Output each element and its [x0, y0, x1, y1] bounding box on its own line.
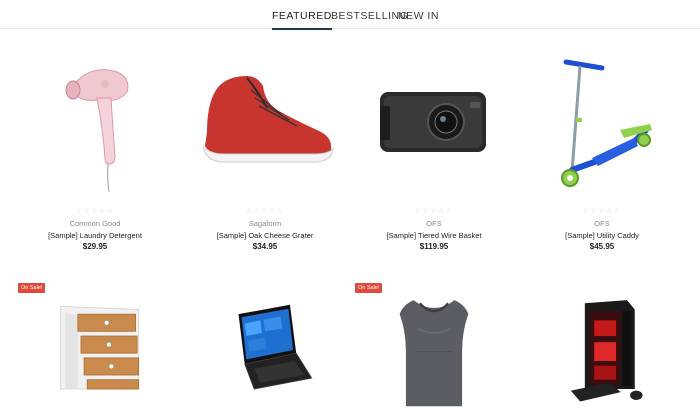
product-name[interactable]: [Sample] Laundry Detergent [15, 231, 175, 240]
product-price: $34.95 [252, 242, 278, 251]
product-name[interactable]: [Sample] Tiered Wire Basket [354, 231, 514, 240]
product-brand[interactable]: Common Good [15, 219, 175, 228]
product-price: $119.95 [419, 242, 449, 251]
red-sneaker-image[interactable] [185, 50, 345, 200]
product-brand[interactable]: Sagaform [185, 219, 345, 228]
product-price: $29.95 [82, 242, 108, 251]
product-card-laptop[interactable] [185, 297, 345, 414]
product-brand[interactable]: OFS [522, 219, 682, 228]
product-card-chest-of-drawers[interactable] [15, 297, 175, 414]
gaming-pc-image[interactable] [522, 297, 682, 414]
compression-shirt-image[interactable] [354, 297, 514, 414]
sale-badge: On Sale! [355, 283, 383, 293]
product-card-oak-cheese-grater[interactable]: ☆☆☆☆☆ Sagaform [Sample] Oak Cheese Grate… [185, 50, 345, 255]
dash-camera-image[interactable] [354, 50, 514, 200]
product-card-utility-caddy[interactable]: ☆☆☆☆☆ OFS [Sample] Utility Caddy $45.95 [522, 50, 682, 255]
sale-badge: On Sale! [18, 283, 46, 293]
product-name[interactable]: [Sample] Utility Caddy [522, 231, 682, 240]
product-price: $45.95 [589, 242, 615, 251]
chest-of-drawers-image[interactable] [15, 297, 175, 414]
product-card-tiered-wire-basket[interactable]: ☆☆☆☆☆ OFS [Sample] Tiered Wire Basket $1… [354, 50, 514, 255]
rating-stars: ☆☆☆☆☆ [582, 208, 622, 215]
product-card-laundry-detergent[interactable]: ☆☆☆☆☆ Common Good [Sample] Laundry Deter… [15, 50, 175, 255]
product-card-compression-shirt[interactable] [354, 297, 514, 414]
product-name[interactable]: [Sample] Oak Cheese Grater [185, 231, 345, 240]
tab-new-in[interactable]: NEW IN [398, 10, 439, 22]
product-brand[interactable]: OFS [354, 219, 514, 228]
laptop-image[interactable] [185, 297, 345, 414]
kick-scooter-image[interactable] [522, 50, 682, 200]
rating-stars: ☆☆☆☆☆ [414, 208, 454, 215]
tab-featured[interactable]: FEATURED [272, 10, 332, 30]
tab-bestselling[interactable]: BESTSELLING [331, 10, 408, 22]
product-card-gaming-pc[interactable] [522, 297, 682, 414]
hair-dryer-image[interactable] [15, 50, 175, 200]
rating-stars: ☆☆☆☆☆ [75, 208, 115, 215]
product-tabs: FEATURED BESTSELLING NEW IN [0, 0, 700, 30]
rating-stars: ☆☆☆☆☆ [245, 208, 285, 215]
